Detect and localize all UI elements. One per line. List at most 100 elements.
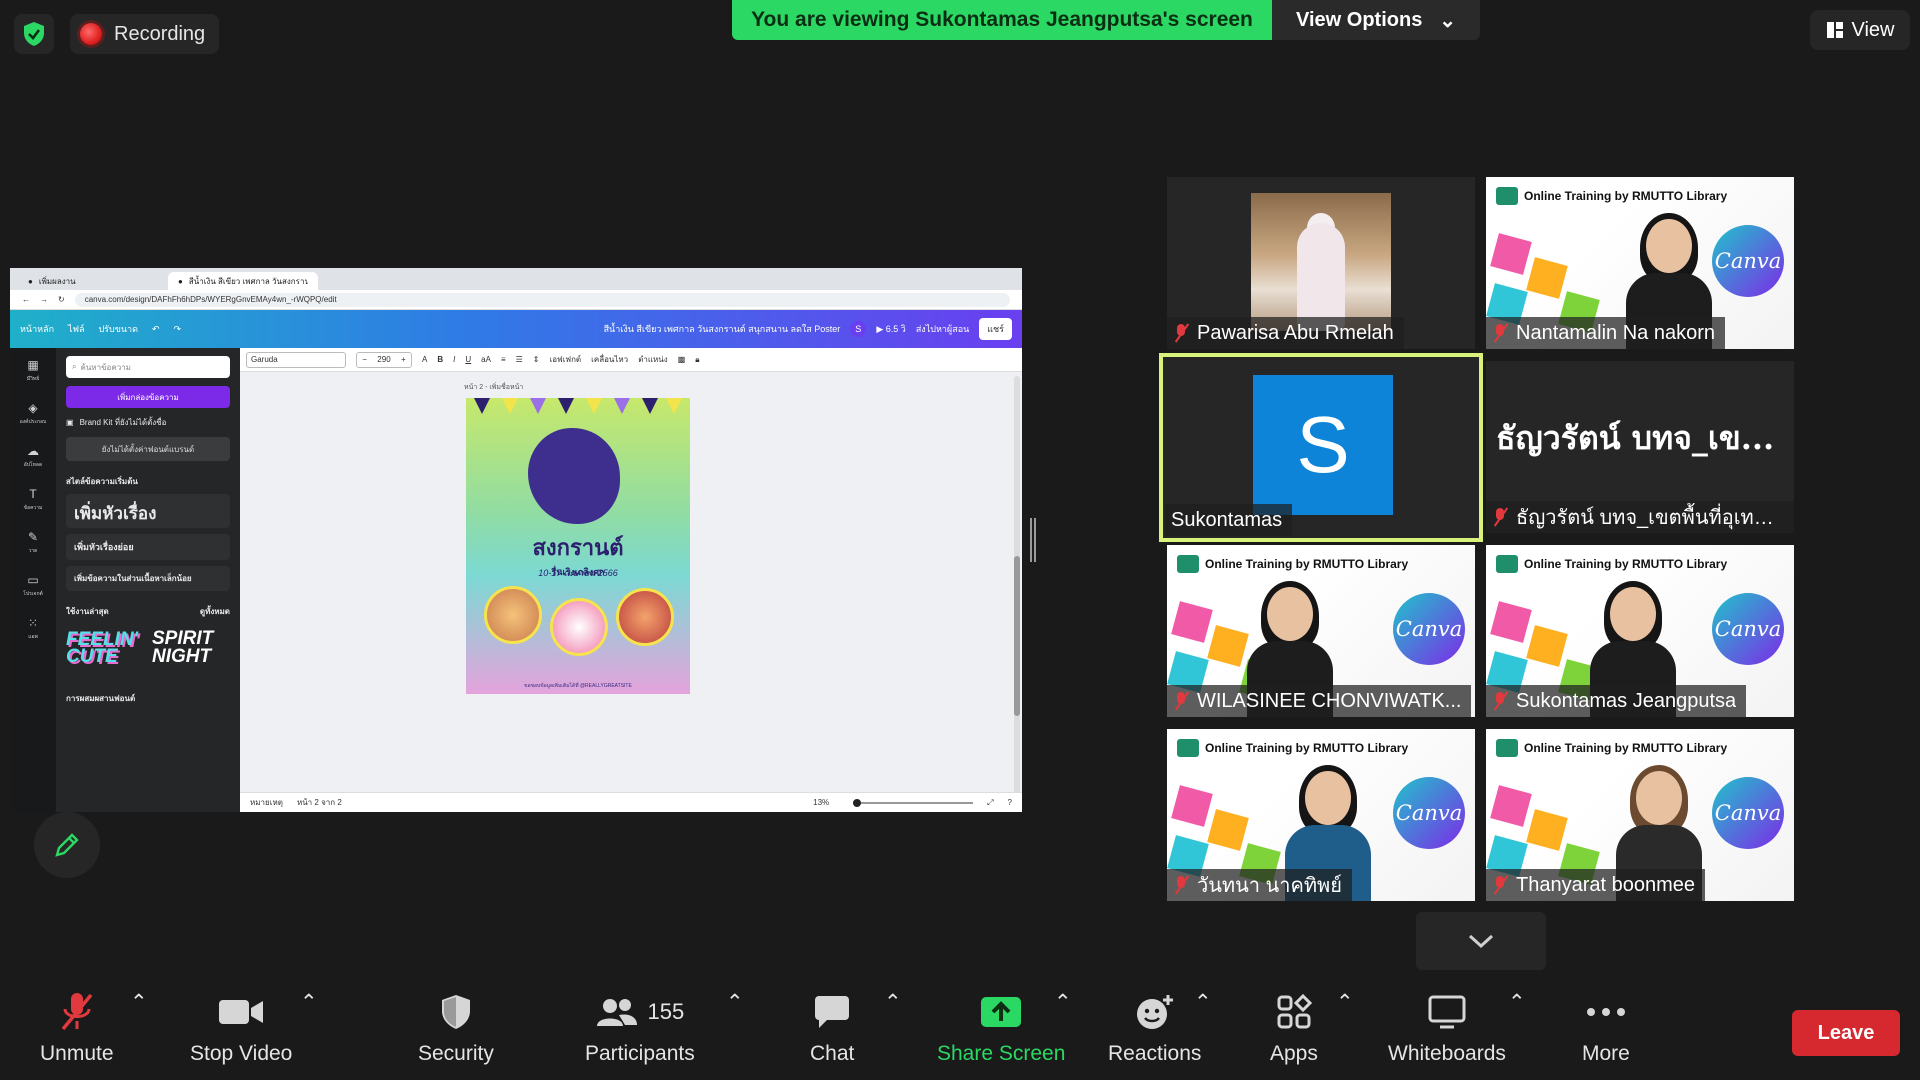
fullscreen-icon[interactable]: ⤢ [987, 798, 993, 808]
align-icon[interactable]: ≡ [501, 355, 506, 364]
rail-item-apps[interactable]: ⁙ แอพ [28, 616, 38, 641]
rail-item-templates[interactable]: ▦ มีวิทย์ [27, 358, 39, 383]
rail-item-draw[interactable]: ✎ วาด [28, 530, 38, 555]
minus-icon[interactable]: − [362, 355, 367, 364]
font-select[interactable]: Garuda [246, 351, 346, 368]
effects-button[interactable]: เอฟเฟกต์ [549, 353, 581, 366]
italic-icon[interactable]: I [453, 355, 455, 364]
canva-search-input[interactable]: ⌕ ค้นหาข้อความ [66, 356, 230, 378]
plus-icon[interactable]: + [401, 355, 406, 364]
reactions-options-caret-icon[interactable]: ⌃ [1194, 990, 1212, 1015]
apps-button[interactable]: Apps [1270, 990, 1318, 1066]
lock-icon[interactable]: 🔒︎ [695, 355, 699, 365]
tab-favicon-icon: ● [28, 276, 33, 286]
brand-kit-row[interactable]: ▣ Brand Kit ที่ยังไม่ได้ตั้งชื่อ [66, 416, 230, 429]
add-heading-button[interactable]: เพิ่มหัวเรื่อง [66, 494, 230, 528]
participants-options-caret-icon[interactable]: ⌃ [726, 990, 744, 1015]
forward-icon[interactable]: → [40, 295, 48, 304]
canva-user-avatar[interactable]: S [850, 321, 867, 337]
spacing-icon[interactable]: ⇕ [533, 355, 540, 364]
browser-tab-active[interactable]: ● สีน้ำเงิน สีเขียว เพศกาล วันสงกรานต์ ส.… [168, 272, 318, 290]
more-button[interactable]: More [1582, 990, 1630, 1066]
share-screen-icon [981, 997, 1022, 1027]
rail-item-uploads[interactable]: ☁ อัปโหลด [24, 444, 42, 469]
bunting-flag [666, 398, 682, 414]
animate-button[interactable]: เคลื่อนไหว [591, 353, 628, 366]
participant-tile[interactable]: Online Training by RMUTTO Library Canva … [1167, 545, 1475, 717]
split-resize-handle[interactable] [1030, 518, 1036, 562]
canva-present-button[interactable]: ส่งไปหาผู้สอน [916, 322, 969, 336]
chat-button[interactable]: Chat [810, 990, 854, 1066]
font-preview-spirit-night[interactable]: SPIRIT NIGHT [152, 629, 230, 666]
notes-button[interactable]: หมายเหตุ [250, 796, 283, 809]
rail-item-projects[interactable]: ▭ โปรเจกต์ [23, 573, 42, 598]
view-options-button[interactable]: View Options ⌄ [1272, 0, 1480, 40]
rmutto-logo-icon [1496, 555, 1518, 573]
rmutto-logo-icon [1496, 187, 1518, 205]
font-size-stepper[interactable]: − 290 + [356, 351, 412, 368]
canva-home-link[interactable]: หน้าหลัก [20, 322, 54, 336]
security-shield-icon[interactable] [14, 14, 54, 54]
more-label: More [1582, 1042, 1630, 1065]
reload-icon[interactable]: ↻ [58, 295, 65, 304]
browser-tabs: ● เพิ่มผลงาน ● สีน้ำเงิน สีเขียว เพศกาล วั… [10, 268, 1022, 290]
see-all-link[interactable]: ดูทั้งหมด [200, 605, 230, 618]
text-color-icon[interactable]: A [422, 355, 427, 364]
unmute-button[interactable]: Unmute [40, 990, 114, 1066]
rail-item-text[interactable]: T ข้อความ [24, 487, 43, 512]
font-preview-feelin-cute[interactable]: FEELIN' CUTE [66, 630, 144, 666]
canva-share-button[interactable]: แชร์ [979, 318, 1012, 340]
underline-icon[interactable]: U [465, 355, 471, 364]
url-field[interactable]: canva.com/design/DAFhFh6hDPs/WYERgGnvEMA… [74, 292, 1010, 307]
case-icon[interactable]: aA [481, 355, 491, 364]
canva-doc-title[interactable]: สีน้ำเงิน สีเขียว เพศกาล วันสงกรานต์ สนุ… [604, 322, 841, 336]
list-icon[interactable]: ☰ [516, 355, 523, 364]
recording-indicator[interactable]: Recording [70, 14, 220, 54]
security-label: Security [418, 1042, 494, 1065]
transparency-icon[interactable]: ▩ [678, 355, 686, 364]
canva-play-button[interactable]: ▶ 6.5 วิ [876, 322, 906, 336]
canva-resize-menu[interactable]: ปรับขนาด [98, 322, 137, 336]
canvas-scrollbar[interactable] [1014, 376, 1020, 796]
annotate-pencil-button[interactable] [34, 812, 100, 878]
reactions-button[interactable]: Reactions [1108, 990, 1201, 1066]
gallery-scroll-down-button[interactable] [1416, 912, 1546, 970]
canva-canvas-area[interactable]: Garuda − 290 + A B I U aA ≡ ☰ ⇕ เอฟเฟกต์ เ… [240, 348, 1022, 812]
canva-file-menu[interactable]: ไฟล์ [68, 322, 84, 336]
poster-design[interactable]: สงกรานต์ รื่นเริงเถลิงศก 10-17 เมษายน 256… [466, 398, 690, 694]
whiteboards-button[interactable]: Whiteboards [1388, 990, 1506, 1066]
rail-item-elements[interactable]: ◈ องค์ประกอบ [20, 401, 47, 426]
add-subheading-button[interactable]: เพิ่มหัวเรื่องย่อย [66, 534, 230, 560]
undo-icon[interactable]: ↶ [152, 324, 160, 335]
whiteboards-options-caret-icon[interactable]: ⌃ [1508, 990, 1526, 1015]
share-screen-button[interactable]: Share Screen [937, 990, 1065, 1066]
zoom-slider[interactable] [853, 798, 974, 807]
edit-brand-button[interactable]: ยังไม่ได้ตั้งค่าฟอนต์แบรนด์ [66, 437, 230, 461]
stop-video-button[interactable]: Stop Video [190, 990, 292, 1066]
back-icon[interactable]: ← [22, 295, 30, 304]
participant-tile[interactable]: Online Training by RMUTTO Library Canva … [1486, 177, 1794, 349]
participant-tile[interactable]: ธัญวรัตน์ บทจ_เข... ธัญวรัตน์ บทจ_เขตพื้… [1486, 361, 1794, 533]
participant-tile[interactable]: Pawarisa Abu Rmelah [1167, 177, 1475, 349]
bold-icon[interactable]: B [437, 355, 443, 364]
participant-tile[interactable]: Online Training by RMUTTO Library Canva … [1167, 729, 1475, 901]
view-button[interactable]: View [1810, 10, 1910, 50]
participant-tile[interactable]: Online Training by RMUTTO Library Canva … [1486, 729, 1794, 901]
share-options-caret-icon[interactable]: ⌃ [1054, 990, 1072, 1015]
apps-options-caret-icon[interactable]: ⌃ [1336, 990, 1354, 1015]
leave-button[interactable]: Leave [1792, 1010, 1900, 1056]
unmute-options-caret-icon[interactable]: ⌃ [130, 990, 148, 1015]
help-icon[interactable]: ? [1008, 798, 1012, 807]
video-options-caret-icon[interactable]: ⌃ [300, 990, 318, 1015]
security-button[interactable]: Security [418, 990, 494, 1066]
participant-tile[interactable]: Online Training by RMUTTO Library Canva … [1486, 545, 1794, 717]
chat-options-caret-icon[interactable]: ⌃ [884, 990, 902, 1015]
add-body-button[interactable]: เพิ่มข้อความในส่วนเนื้อหาเล็กน้อย [66, 566, 230, 591]
add-textbox-button[interactable]: เพิ่มกล่องข้อความ [66, 386, 230, 408]
position-button[interactable]: ตำแหน่ง [638, 353, 668, 366]
browser-tab[interactable]: ● เพิ่มผลงาน [18, 272, 168, 290]
participant-tile-active-speaker[interactable]: S Sukontamas [1159, 353, 1483, 542]
shared-screen[interactable]: ● เพิ่มผลงาน ● สีน้ำเงิน สีเขียว เพศกาล วั… [10, 268, 1022, 812]
participants-button[interactable]: 155 Participants [585, 990, 695, 1066]
redo-icon[interactable]: ↷ [173, 324, 181, 335]
